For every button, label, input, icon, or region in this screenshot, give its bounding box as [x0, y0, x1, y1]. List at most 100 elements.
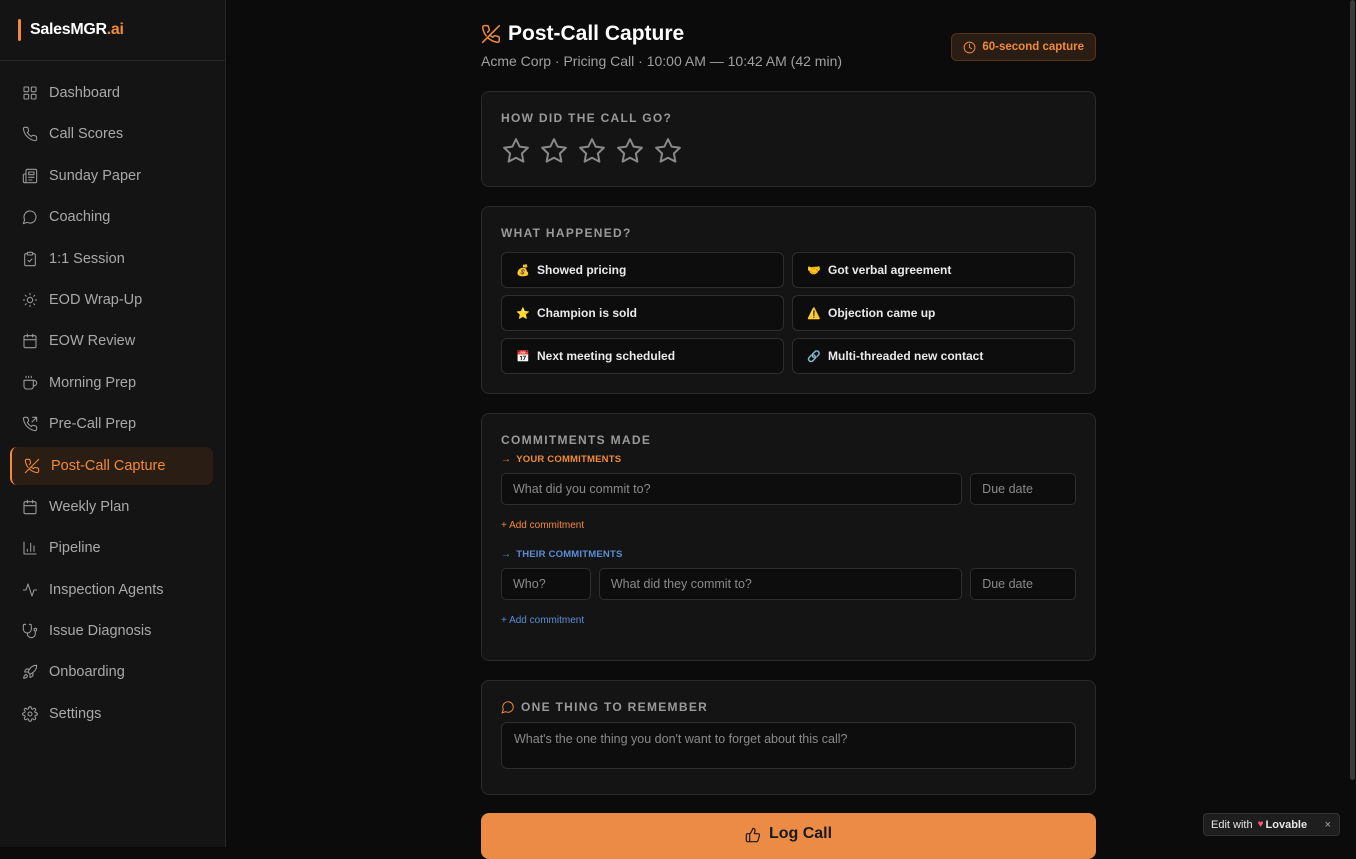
- option-verbal-agreement[interactable]: 🤝 Got verbal agreement: [792, 252, 1075, 288]
- capture-timer-badge: 60-second capture: [951, 33, 1096, 61]
- page-header: Post-Call Capture: [481, 22, 684, 46]
- activity-icon: [22, 582, 38, 598]
- sidebar-item-label: Sunday Paper: [49, 167, 141, 184]
- sun-icon: [22, 292, 38, 308]
- option-next-meeting[interactable]: 📅 Next meeting scheduled: [501, 338, 784, 374]
- brand-name: SalesMGR.ai: [30, 21, 124, 38]
- page-title: Post-Call Capture: [508, 22, 685, 45]
- phone-off-icon: [24, 458, 40, 474]
- your-commitment-input[interactable]: What did you commit to?: [501, 473, 963, 505]
- option-multi-threaded[interactable]: 🔗 Multi-threaded new contact: [792, 338, 1075, 374]
- sidebar-item-inspection-agents[interactable]: Inspection Agents: [10, 571, 213, 609]
- sidebar-item-label: Call Scores: [49, 126, 124, 143]
- sidebar-item-label: EOW Review: [49, 333, 136, 350]
- sidebar-item-label: Coaching: [49, 209, 111, 226]
- rating-card: How did the call go?: [481, 91, 1096, 187]
- sidebar-item-sunday-paper[interactable]: Sunday Paper: [10, 157, 213, 195]
- sidebar-item-label: Settings: [49, 705, 102, 722]
- sidebar-item-issue-diagnosis[interactable]: Issue Diagnosis: [10, 612, 213, 650]
- phone-off-icon: [481, 24, 501, 44]
- sidebar-item-label: Dashboard: [49, 85, 120, 101]
- message-circle-icon: [22, 209, 38, 225]
- their-commitments-label: → Their commitments: [501, 549, 623, 560]
- brand-logo[interactable]: SalesMGR.ai: [0, 0, 225, 61]
- star-icon[interactable]: [577, 136, 607, 171]
- add-their-commitment-link[interactable]: + Add commitment: [501, 615, 1076, 626]
- what-happened-card: What happened? 💰 Showed pricing 🤝 Got verb…: [481, 206, 1096, 394]
- sidebar-item-pipeline[interactable]: Pipeline: [10, 529, 213, 567]
- sidebar-item-label: 1:1 Session: [49, 250, 125, 267]
- lovable-badge[interactable]: Edit with ♥ Lovable ×: [1203, 813, 1340, 836]
- phone-outgoing-icon: [22, 416, 38, 432]
- rocket-icon: [22, 664, 38, 680]
- sidebar-item-coaching[interactable]: Coaching: [10, 198, 213, 236]
- sidebar-item-label: Onboarding: [49, 664, 125, 681]
- close-icon[interactable]: ×: [1325, 819, 1331, 831]
- sidebar-item-weekly-plan[interactable]: Weekly Plan: [10, 488, 213, 526]
- star-icon: ⭐: [516, 307, 530, 320]
- sidebar-item-settings[interactable]: Settings: [10, 695, 213, 733]
- thumbs-up-icon: [745, 827, 761, 843]
- remember-label: One thing to remember: [501, 700, 1076, 714]
- calendar-icon: 📅: [516, 350, 530, 363]
- warning-icon: ⚠️: [807, 307, 821, 320]
- commitments-label: Commitments made: [501, 433, 652, 447]
- sidebar-item-onboarding[interactable]: Onboarding: [10, 653, 213, 691]
- remember-card: One thing to remember What's the one thi…: [481, 680, 1096, 795]
- sidebar: SalesMGR.ai Dashboard Call Scores Sunday…: [0, 0, 226, 847]
- sidebar-item-post-call-capture[interactable]: Post-Call Capture: [10, 446, 213, 485]
- sidebar-item-label: Inspection Agents: [49, 581, 164, 598]
- your-commitments-label: → Your commitments: [501, 454, 622, 465]
- star-icon[interactable]: [615, 136, 645, 171]
- money-bag-icon: 💰: [516, 264, 530, 277]
- sidebar-nav: Dashboard Call Scores Sunday Paper Coach…: [0, 61, 225, 733]
- your-due-date-input[interactable]: Due date: [970, 473, 1076, 505]
- coffee-icon: [22, 375, 38, 391]
- who-input[interactable]: Who?: [501, 568, 591, 600]
- calendar-icon: [22, 333, 38, 349]
- rating-label: How did the call go?: [501, 111, 673, 125]
- sidebar-item-eow-review[interactable]: EOW Review: [10, 322, 213, 360]
- call-details: Acme Corp · Pricing Call · 10:00 AM — 10…: [481, 53, 843, 69]
- calendar-icon: [22, 499, 38, 515]
- page-scrollbar[interactable]: [1348, 0, 1356, 847]
- outcome-options: 💰 Showed pricing 🤝 Got verbal agreement ⭐ C…: [501, 252, 1076, 374]
- sidebar-item-label: Post-Call Capture: [51, 457, 166, 474]
- option-objection[interactable]: ⚠️ Objection came up: [792, 295, 1075, 331]
- message-circle-icon: [501, 701, 514, 714]
- phone-icon: [22, 126, 38, 142]
- sidebar-item-label: Weekly Plan: [49, 498, 130, 515]
- sidebar-item-one-on-one-session[interactable]: 1:1 Session: [10, 240, 213, 278]
- arrow-right-icon: →: [501, 549, 512, 560]
- star-icon[interactable]: [653, 136, 683, 171]
- link-icon: 🔗: [807, 350, 821, 363]
- their-commitment-input[interactable]: What did they commit to?: [598, 568, 963, 600]
- add-your-commitment-link[interactable]: + Add commitment: [501, 520, 1076, 531]
- sidebar-item-call-scores[interactable]: Call Scores: [10, 115, 213, 153]
- newspaper-icon: [22, 168, 38, 184]
- star-icon[interactable]: [501, 136, 531, 171]
- sidebar-item-morning-prep[interactable]: Morning Prep: [10, 364, 213, 402]
- gear-icon: [22, 706, 38, 722]
- grid-icon: [22, 85, 38, 101]
- bar-chart-icon: [22, 540, 38, 556]
- log-call-button[interactable]: Log Call: [481, 813, 1096, 859]
- their-due-date-input[interactable]: Due date: [970, 568, 1077, 600]
- what-happened-label: What happened?: [501, 226, 632, 240]
- option-champion-sold[interactable]: ⭐ Champion is sold: [501, 295, 784, 331]
- handshake-icon: 🤝: [807, 264, 821, 277]
- sidebar-item-label: Pipeline: [49, 540, 101, 557]
- sidebar-item-dashboard[interactable]: Dashboard: [10, 74, 213, 112]
- sidebar-item-eod-wrap-up[interactable]: EOD Wrap-Up: [10, 281, 213, 319]
- sidebar-item-label: Morning Prep: [49, 374, 137, 391]
- remember-textarea[interactable]: What's the one thing you don't want to f…: [501, 722, 1076, 769]
- star-icon[interactable]: [539, 136, 569, 171]
- arrow-right-icon: →: [501, 454, 512, 465]
- sidebar-item-label: Issue Diagnosis: [49, 623, 152, 640]
- option-showed-pricing[interactable]: 💰 Showed pricing: [501, 252, 784, 288]
- clipboard-icon: [22, 251, 38, 267]
- sidebar-item-pre-call-prep[interactable]: Pre-Call Prep: [10, 405, 213, 443]
- your-commitment-row: What did you commit to? Due date: [501, 473, 1076, 505]
- star-rating: [501, 136, 1076, 171]
- scrollbar-thumb[interactable]: [1350, 0, 1355, 780]
